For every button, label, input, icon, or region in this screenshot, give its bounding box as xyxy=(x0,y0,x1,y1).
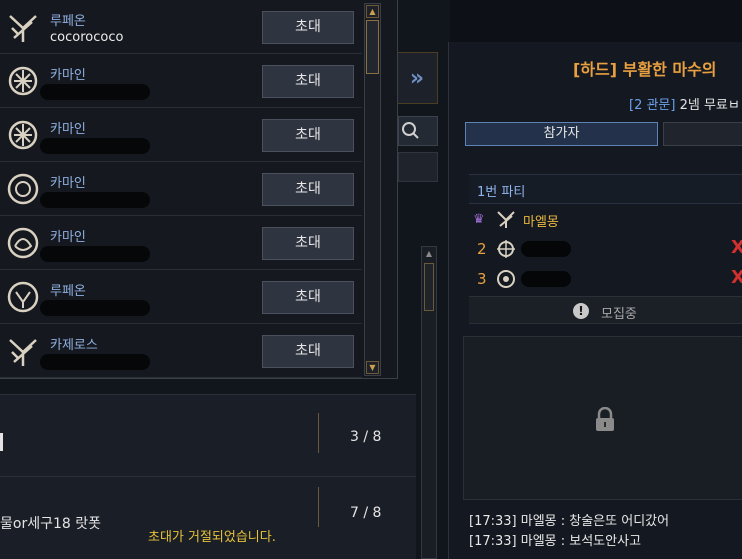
redacted-nickname xyxy=(40,354,150,370)
tab-participants[interactable]: 참가자 xyxy=(465,122,658,146)
raid-party-panel: [하드] 부활한 마수의 [2 관문] 2넴 무료ㅂ 참가자 1번 파티 ♛ 마… xyxy=(448,42,742,559)
class-name: 카마인 xyxy=(50,68,86,83)
redacted-nickname xyxy=(40,138,150,154)
member-slot-number: 2 xyxy=(477,240,487,258)
invite-row: 카마인 초대 xyxy=(0,54,362,108)
member-name: 마엘몽 xyxy=(523,215,559,230)
invite-button[interactable]: 초대 xyxy=(262,173,354,206)
class-name: 카마인 xyxy=(50,176,86,191)
kamine-emblem-icon xyxy=(7,173,39,205)
class-emblem-icon xyxy=(497,240,515,258)
class-emblem-icon xyxy=(497,211,515,228)
kamine-emblem-icon xyxy=(7,227,39,259)
invite-button[interactable]: 초대 xyxy=(262,65,354,98)
nickname: cocorococo xyxy=(50,30,124,45)
invite-row: 카마인 초대 xyxy=(0,162,362,216)
invite-row: 카제로스 초대 xyxy=(0,324,362,378)
scrollbar[interactable]: ▲ xyxy=(421,246,437,559)
redacted-nickname xyxy=(40,300,150,316)
invite-button[interactable]: 초대 xyxy=(262,119,354,152)
scroll-up-icon[interactable]: ▲ xyxy=(424,249,434,259)
scroll-down-icon[interactable]: ▼ xyxy=(366,361,379,374)
tab-other[interactable] xyxy=(663,122,742,146)
invite-button[interactable]: 초대 xyxy=(262,335,354,368)
member-slot-number: 3 xyxy=(477,270,487,288)
row-marker xyxy=(0,433,3,451)
scrollbar-thumb[interactable] xyxy=(424,263,434,311)
kick-icon[interactable]: X xyxy=(731,237,742,258)
class-name: 루페온 xyxy=(50,284,86,299)
raid-description: 2넴 무료ㅂ xyxy=(679,98,740,113)
crown-icon: ♛ xyxy=(473,212,485,227)
invite-button[interactable]: 초대 xyxy=(262,281,354,314)
kamine-emblem-icon xyxy=(8,120,38,150)
recruiting-label: 모집중 xyxy=(601,307,637,322)
lock-icon xyxy=(596,407,614,431)
redacted-nickname xyxy=(40,246,150,262)
invite-row: 루페온 초대 xyxy=(0,270,362,324)
party-count: 3 / 8 xyxy=(350,429,382,445)
row-separator xyxy=(318,413,319,453)
class-name: 카제로스 xyxy=(50,338,98,353)
lupeon-emblem-icon xyxy=(7,281,39,313)
party-header-label: 1번 파티 xyxy=(477,185,526,200)
raid-subtitle: [2 관문] 2넴 무료ㅂ xyxy=(629,94,740,113)
next-arrow-button[interactable]: » xyxy=(396,52,438,104)
row-separator xyxy=(318,487,319,527)
class-name: 루페온 xyxy=(50,14,86,29)
kazeros-emblem-icon xyxy=(9,339,37,366)
redacted-nickname xyxy=(40,192,150,208)
filter-box[interactable] xyxy=(398,152,438,182)
invite-row: 루페온 cocorococo 초대 xyxy=(0,0,362,54)
invite-button[interactable]: 초대 xyxy=(262,11,354,44)
scroll-up-icon[interactable]: ▲ xyxy=(366,5,379,18)
invite-row: 카마인 초대 xyxy=(0,216,362,270)
class-name: 카마인 xyxy=(50,122,86,137)
gate-tag: [2 관문] xyxy=(629,98,676,113)
redacted-name xyxy=(521,271,571,287)
invite-row: 카마인 초대 xyxy=(0,108,362,162)
chat-line: [17:33] 마엘몽 : 창술은또 어디갔어 xyxy=(469,514,670,529)
locked-slot xyxy=(463,336,742,500)
kamine-emblem-icon xyxy=(8,66,38,96)
party-list-row[interactable]: 물or세구18 랏폿 7 / 8 xyxy=(0,476,416,559)
raid-title: [하드] 부활한 마수의 xyxy=(573,60,717,79)
chat-line: [17:33] 마엘몽 : 보석도안사고 xyxy=(469,534,642,549)
party-list-title: 물or세구18 랏폿 xyxy=(0,516,101,532)
party-member[interactable]: 3 X xyxy=(469,266,742,294)
party-count: 7 / 8 xyxy=(350,505,382,521)
redacted-nickname xyxy=(40,84,150,100)
party-member[interactable]: 2 X xyxy=(469,236,742,264)
kick-icon[interactable]: X xyxy=(731,267,742,288)
invite-list-popup: 루페온 cocorococo 초대 카마인 초대 카마인 초대 카마인 초대 카… xyxy=(0,0,398,379)
party-member-leader[interactable]: ♛ 마엘몽 xyxy=(469,206,742,234)
lupeon-emblem-icon xyxy=(9,15,37,42)
exclamation-icon: ! xyxy=(573,303,589,319)
redacted-name xyxy=(521,241,571,257)
class-emblem-icon xyxy=(497,270,515,288)
invite-button[interactable]: 초대 xyxy=(262,227,354,260)
recruiting-status: ! 모집중 xyxy=(469,296,742,324)
search-icon xyxy=(402,122,419,139)
party-header: 1번 파티 xyxy=(469,174,742,204)
party-list-row[interactable]: 3 / 8 xyxy=(0,394,416,478)
class-name: 카마인 xyxy=(50,230,86,245)
chat-log: [17:33] 마엘몽 : 창술은또 어디갔어 [17:33] 마엘몽 : 보석… xyxy=(469,512,669,552)
status-message: 초대가 거절되었습니다. xyxy=(148,530,276,545)
search-button[interactable] xyxy=(398,116,438,146)
scrollbar-thumb[interactable] xyxy=(366,20,379,74)
invite-scrollbar[interactable]: ▲ ▼ xyxy=(364,3,381,376)
